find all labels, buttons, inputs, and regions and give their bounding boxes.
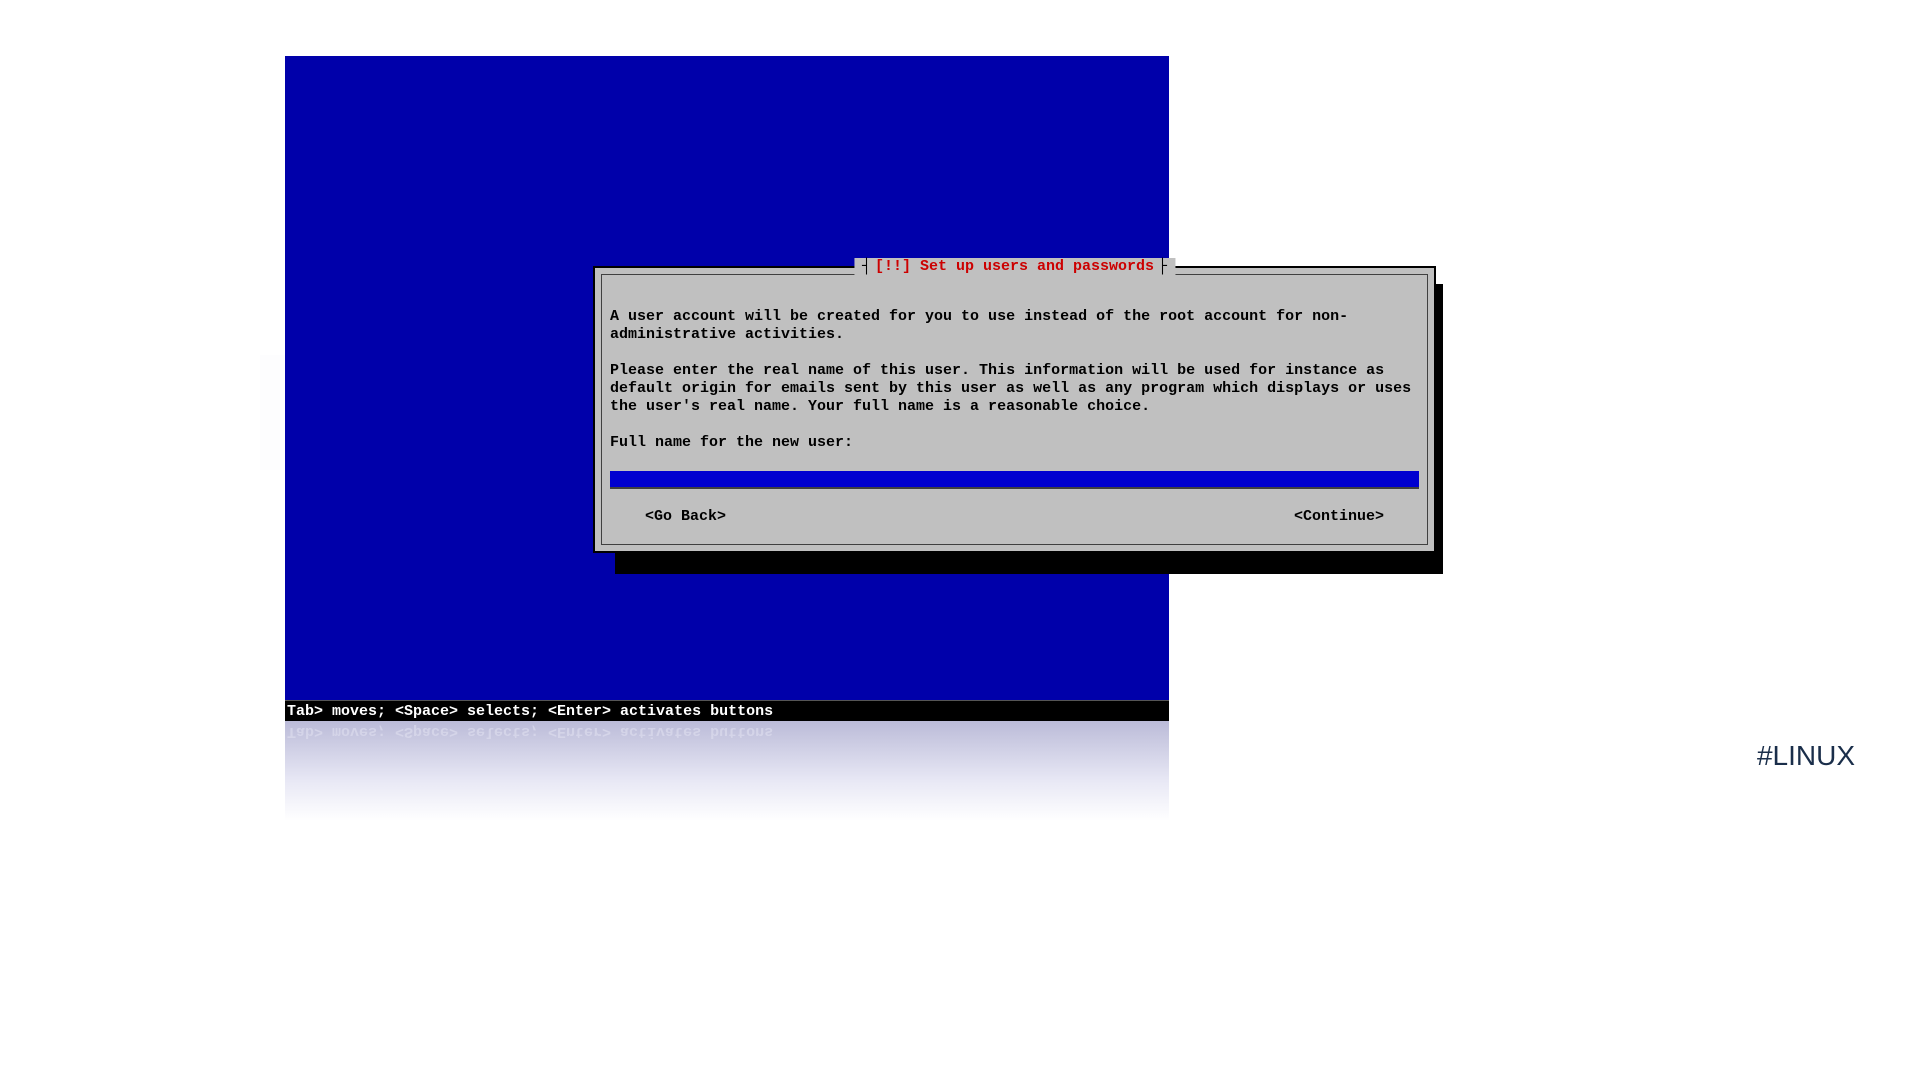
reflection-text: Tab> moves; <Space> selects; <Enter> act… [287, 723, 773, 740]
dialog-content: A user account will be created for you t… [610, 308, 1419, 489]
continue-button[interactable]: <Continue> [1294, 508, 1384, 525]
fullname-input[interactable] [610, 471, 1419, 489]
dialog-title-wrapper: ┤ [!!] Set up users and passwords ├ [854, 258, 1175, 275]
title-bracket-right: ├ [1158, 258, 1167, 275]
dialog-box: ┤ [!!] Set up users and passwords ├ A us… [593, 266, 1436, 553]
dialog-paragraph-2: Please enter the real name of this user.… [610, 362, 1419, 416]
help-bar: Tab> moves; <Space> selects; <Enter> act… [285, 700, 1169, 721]
dialog-paragraph-1: A user account will be created for you t… [610, 308, 1419, 344]
hashtag-label: #LINUX [1757, 740, 1855, 772]
reflection: Tab> moves; <Space> selects; <Enter> act… [285, 721, 1169, 821]
installer-screen: ┤ [!!] Set up users and passwords ├ A us… [285, 56, 1169, 721]
button-row: <Go Back> <Continue> [610, 508, 1419, 525]
title-bracket-left: ┤ [862, 258, 871, 275]
fullname-prompt-label: Full name for the new user: [610, 434, 1419, 452]
dialog-title: [!!] Set up users and passwords [871, 258, 1158, 275]
go-back-button[interactable]: <Go Back> [645, 508, 726, 525]
help-bar-text: Tab> moves; <Space> selects; <Enter> act… [287, 703, 773, 720]
